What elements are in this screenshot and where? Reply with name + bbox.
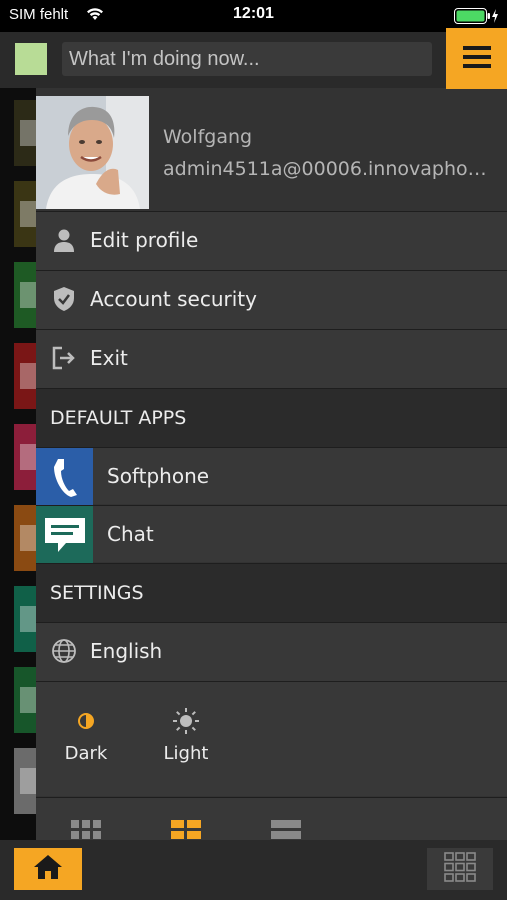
app-item-chat[interactable]: Chat (36, 505, 507, 563)
bottom-bar (0, 840, 507, 900)
top-bar (0, 32, 507, 88)
half-moon-icon (51, 707, 121, 735)
layout-selector (36, 797, 507, 840)
battery-charging-icon (454, 8, 500, 28)
menu-item-account-security[interactable]: Account security (36, 270, 507, 329)
presence-indicator[interactable] (15, 43, 47, 75)
hamburger-icon (462, 45, 491, 73)
profile-email: admin4511a@00006.innovaphone.com (163, 158, 493, 180)
globe-icon (51, 638, 77, 664)
small-grid-icon[interactable] (71, 820, 101, 840)
chat-bubble-icon (36, 506, 93, 563)
exit-icon (51, 345, 77, 371)
phone-handset-icon (36, 448, 93, 505)
menu-item-label: Edit profile (90, 228, 199, 252)
theme-light-button[interactable]: Light (151, 707, 221, 764)
sun-icon (151, 707, 221, 735)
section-title: SETTINGS (50, 582, 144, 604)
home-icon (33, 854, 63, 884)
clock: 12:01 (233, 5, 274, 22)
status-bar: SIM fehlt 12:01 (0, 0, 507, 32)
app-item-softphone[interactable]: Softphone (36, 447, 507, 505)
menu-item-label: Exit (90, 346, 128, 370)
app-label: Chat (107, 522, 154, 546)
setting-language[interactable]: English (36, 622, 507, 681)
status-input[interactable] (62, 42, 432, 76)
app-label: Softphone (107, 464, 210, 488)
home-button[interactable] (14, 848, 82, 890)
theme-dark-button[interactable]: Dark (51, 707, 121, 764)
theme-label: Dark (64, 743, 108, 764)
shield-check-icon (51, 286, 77, 312)
profile-name: Wolfgang (163, 126, 253, 148)
theme-label: Light (163, 743, 209, 764)
large-grid-icon[interactable] (171, 820, 201, 840)
section-title: DEFAULT APPS (50, 407, 187, 429)
menu-item-edit-profile[interactable]: Edit profile (36, 211, 507, 270)
section-header-settings: SETTINGS (36, 563, 507, 622)
list-icon[interactable] (271, 820, 301, 840)
person-icon (51, 227, 77, 253)
menu-item-exit[interactable]: Exit (36, 329, 507, 388)
apps-button[interactable] (427, 848, 493, 890)
avatar (36, 96, 149, 209)
theme-selector: Dark Light (36, 681, 507, 796)
side-drawer: Wolfgang admin4511a@00006.innovaphone.co… (36, 88, 507, 840)
menu-button[interactable] (446, 28, 507, 89)
app-grid-icon (444, 852, 476, 886)
menu-item-label: Account security (90, 287, 257, 311)
section-header-default-apps: DEFAULT APPS (36, 388, 507, 447)
profile-header[interactable]: Wolfgang admin4511a@00006.innovaphone.co… (36, 96, 507, 210)
language-label: English (90, 639, 163, 663)
